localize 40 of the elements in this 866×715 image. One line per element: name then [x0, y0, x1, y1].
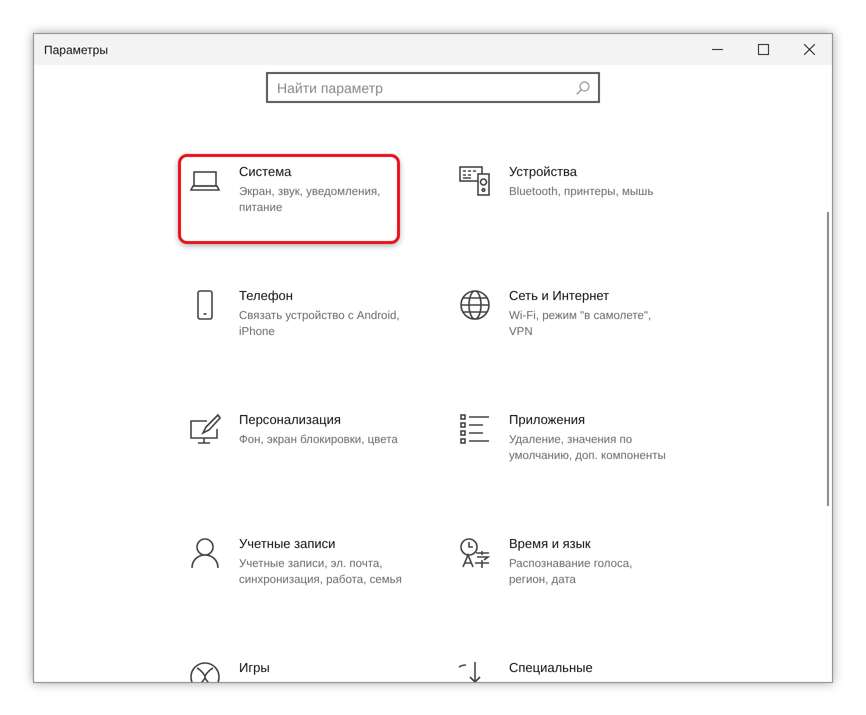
close-icon — [804, 44, 814, 55]
search-icon — [576, 81, 590, 95]
category-title: Игры — [239, 659, 271, 677]
category-description: Связать устройство с Android, iPhone — [239, 309, 401, 340]
settings-category[interactable]: Игры — [178, 650, 400, 682]
category-title: Специальные — [509, 659, 594, 677]
settings-category[interactable]: Приложения Удаление, значения по умолчанию, доп. компоненты — [448, 402, 670, 492]
settings-category[interactable]: Время и язык Распознавание голоса, регион, дата — [448, 526, 670, 616]
settings-category[interactable]: Персонализация Фон, экран блокировки, цвета — [178, 402, 400, 492]
category-title: Система — [239, 163, 292, 181]
settings-category[interactable]: Устройства Bluetooth, принтеры, мышь — [448, 154, 670, 244]
category-description: Экран, звук, уведомления, питание — [239, 185, 382, 216]
settings-category[interactable]: Система Экран, звук, уведомления, питание — [178, 154, 400, 244]
category-title: Персонализация — [239, 411, 342, 429]
category-description: Bluetooth, принтеры, мышь — [509, 185, 654, 200]
list-icon — [459, 413, 491, 445]
keyboard-speaker-icon — [459, 165, 491, 197]
category-title: Сеть и Интернет — [509, 287, 610, 305]
scrollbar-thumb[interactable] — [827, 212, 829, 506]
monitor-brush-icon — [189, 413, 221, 445]
clock-language-icon — [459, 537, 491, 569]
window-title: Параметры — [43, 42, 108, 56]
category-description: Фон, экран блокировки, цвета — [239, 433, 399, 448]
category-description: Распознавание голоса, регион, дата — [509, 557, 634, 588]
globe-icon — [459, 289, 491, 321]
settings-category[interactable]: Учетные записи Учетные записи, эл. почта, синхронизация, работа, семья — [178, 526, 400, 616]
settings-category[interactable]: Телефон Связать устройство с Android, iPhone — [178, 278, 400, 368]
category-description: Удаление, значения по умолчанию, доп. компоненты — [509, 433, 667, 464]
category-title: Устройства — [509, 163, 578, 181]
maximize-icon — [758, 44, 768, 55]
settings-category[interactable]: Сеть и Интернет Wi-Fi, режим "в самолете", VPN — [448, 278, 670, 368]
category-title: Телефон — [239, 287, 294, 305]
category-description: Учетные записи, эл. почта, синхронизация, работа, семья — [239, 557, 403, 588]
person-icon — [189, 537, 221, 569]
category-title: Приложения — [509, 411, 586, 429]
settings-category[interactable]: Специальные — [448, 650, 670, 682]
category-title: Учетные записи — [239, 535, 336, 553]
category-title: Время и язык — [509, 535, 592, 553]
category-description: Wi-Fi, режим "в самолете", VPN — [509, 309, 652, 340]
search-field[interactable]: Найти параметр — [266, 72, 600, 103]
